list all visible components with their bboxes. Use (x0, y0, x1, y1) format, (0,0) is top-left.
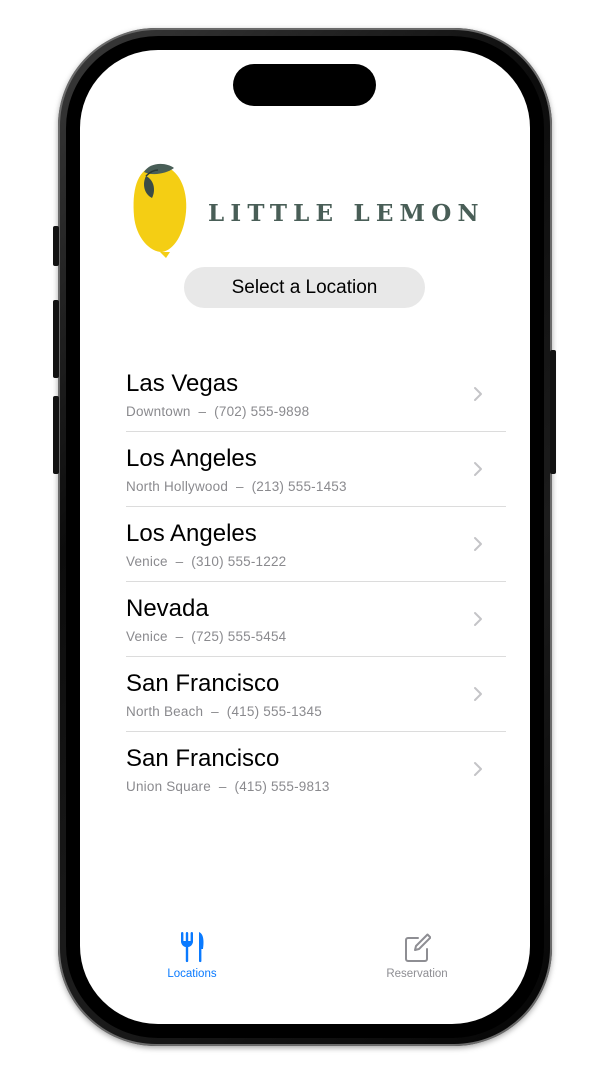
location-phone: (415) 555-9813 (234, 779, 330, 794)
chevron-right-icon (474, 612, 482, 626)
chevron-right-icon (474, 687, 482, 701)
location-city: Los Angeles (126, 520, 257, 547)
app-screen: LITTLE LEMON Select a Location Las Vegas… (80, 50, 530, 1024)
location-row[interactable]: Las Vegas Downtown – (702) 555-9898 (126, 357, 506, 432)
fork-knife-icon (181, 932, 204, 963)
lemon-icon (133, 163, 187, 258)
location-neighborhood: Downtown (126, 404, 191, 419)
tab-reservation[interactable]: Reservation (367, 930, 467, 990)
volume-up-button (53, 300, 59, 378)
location-row[interactable]: San Francisco Union Square – (415) 555-9… (126, 732, 506, 807)
stage: LITTLE LEMON Select a Location Las Vegas… (0, 0, 616, 1082)
square-pencil-icon (405, 933, 431, 962)
location-detail: Venice – (310) 555-1222 (126, 554, 286, 569)
detail-separator: – (198, 404, 207, 419)
location-row[interactable]: Los Angeles Venice – (310) 555-1222 (126, 507, 506, 582)
location-detail: North Beach – (415) 555-1345 (126, 704, 322, 719)
location-neighborhood: Union Square (126, 779, 211, 794)
tab-locations-label: Locations (167, 968, 217, 980)
power-button (550, 350, 556, 474)
location-city: Nevada (126, 595, 209, 622)
location-phone: (415) 555-1345 (226, 704, 322, 719)
location-neighborhood: North Hollywood (126, 479, 229, 494)
location-detail: Downtown – (702) 555-9898 (126, 404, 309, 419)
tab-locations[interactable]: Locations (142, 930, 242, 990)
detail-separator: – (175, 629, 184, 644)
chevron-right-icon (474, 762, 482, 776)
location-detail: Venice – (725) 555-5454 (126, 629, 286, 644)
location-detail: Union Square – (415) 555-9813 (126, 779, 330, 794)
location-city: San Francisco (126, 745, 280, 772)
brand-name: LITTLE LEMON (208, 200, 485, 227)
location-phone: (310) 555-1222 (191, 554, 287, 569)
location-row[interactable]: San Francisco North Beach – (415) 555-13… (126, 657, 506, 732)
location-city: Las Vegas (126, 370, 239, 397)
location-neighborhood: North Beach (126, 704, 204, 719)
location-city: Los Angeles (126, 445, 257, 472)
location-phone: (725) 555-5454 (191, 629, 287, 644)
location-row[interactable]: Los Angeles North Hollywood – (213) 555-… (126, 432, 506, 507)
location-neighborhood: Venice (126, 629, 168, 644)
tab-reservation-label: Reservation (386, 968, 448, 980)
chevron-right-icon (474, 462, 482, 476)
chevron-right-icon (474, 537, 482, 551)
dynamic-island (233, 64, 376, 106)
locations-list: Las Vegas Downtown – (702) 555-9898 Los … (126, 357, 506, 807)
location-row[interactable]: Nevada Venice – (725) 555-5454 (126, 582, 506, 657)
chevron-right-icon (474, 387, 482, 401)
location-detail: North Hollywood – (213) 555-1453 (126, 479, 347, 494)
volume-down-button (53, 396, 59, 474)
action-button (53, 226, 59, 266)
select-location-button[interactable]: Select a Location (184, 267, 425, 308)
detail-separator: – (175, 554, 184, 569)
location-phone: (702) 555-9898 (214, 404, 310, 419)
location-phone: (213) 555-1453 (251, 479, 347, 494)
detail-separator: – (211, 704, 219, 719)
location-city: San Francisco (126, 670, 280, 697)
detail-separator: – (218, 779, 227, 794)
detail-separator: – (235, 479, 244, 494)
select-location-label: Select a Location (231, 276, 378, 298)
brand-logo: LITTLE LEMON (130, 160, 480, 260)
location-neighborhood: Venice (126, 554, 168, 569)
